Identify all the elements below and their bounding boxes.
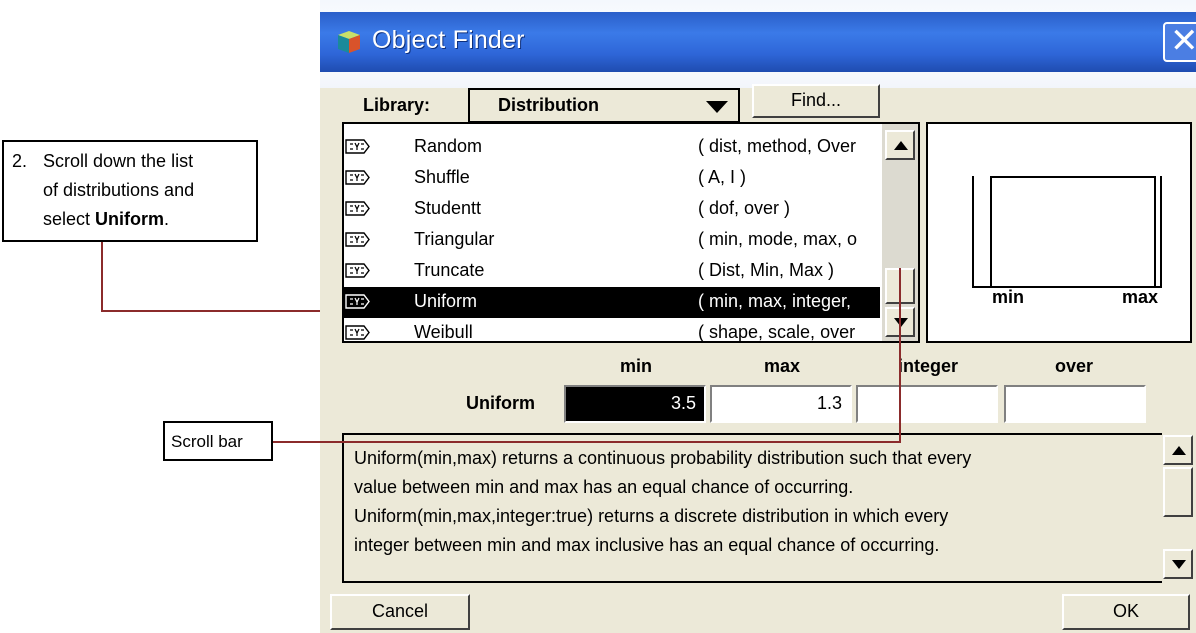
description-line-3: Uniform(min,max,integer:true) returns a … bbox=[354, 506, 949, 526]
cancel-button[interactable]: Cancel bbox=[330, 594, 470, 630]
ok-button[interactable]: OK bbox=[1062, 594, 1190, 630]
preview-axis-left bbox=[972, 176, 974, 288]
list-item-signature: ( min, mode, max, o bbox=[698, 229, 858, 249]
sys-function-icon bbox=[345, 232, 370, 247]
library-select-value: Distribution bbox=[498, 95, 599, 115]
param-max-input[interactable]: 1.3 bbox=[710, 385, 852, 423]
preview-max-label: max bbox=[1122, 287, 1159, 307]
function-list[interactable]: Random ( dist, method, Over Shuffle ( A, I … bbox=[342, 122, 920, 343]
arrow-up-icon bbox=[894, 141, 908, 150]
window-title: Object Finder bbox=[372, 26, 525, 54]
find-button[interactable]: Find... bbox=[752, 84, 880, 118]
description-scroll-up-button[interactable] bbox=[1163, 435, 1193, 465]
arrow-down-icon bbox=[894, 318, 908, 327]
preview-uniform-box bbox=[990, 176, 1156, 286]
step-line-3-suffix: . bbox=[164, 209, 170, 229]
app-cube-icon bbox=[338, 31, 360, 53]
arrow-up-icon bbox=[1172, 446, 1186, 455]
description-box[interactable]: Uniform(min,max) returns a continuous pr… bbox=[342, 433, 1164, 583]
description-line-2: value between min and max has an equal c… bbox=[354, 477, 854, 497]
sys-function-icon bbox=[345, 294, 370, 309]
step-line-3: select Uniform. bbox=[43, 209, 169, 230]
param-header-integer: integer bbox=[897, 356, 958, 376]
list-scroll-up-button[interactable] bbox=[885, 130, 915, 160]
step-callout: 2. Scroll down the list of distributions… bbox=[2, 140, 258, 242]
param-header-max: max bbox=[763, 356, 801, 376]
distribution-preview: min max bbox=[926, 122, 1192, 343]
scroll-bar-callout: Scroll bar bbox=[163, 421, 273, 461]
sys-function-icon bbox=[345, 170, 370, 185]
preview-axis-right bbox=[1160, 176, 1162, 288]
library-label: Library: bbox=[363, 95, 431, 115]
arrow-down-icon bbox=[1172, 560, 1186, 569]
step-line-3-prefix: select bbox=[43, 209, 96, 229]
list-item[interactable]: Random ( dist, method, Over bbox=[344, 132, 880, 163]
param-function-name: Uniform bbox=[466, 393, 535, 413]
scroll-bar-callout-label: Scroll bar bbox=[171, 432, 243, 451]
list-item-name: Uniform bbox=[414, 291, 478, 311]
description-scroll-down-button[interactable] bbox=[1163, 549, 1193, 579]
sys-function-icon bbox=[345, 201, 370, 216]
list-item-name: Weibull bbox=[414, 322, 473, 342]
description-line-4: integer between min and max inclusive ha… bbox=[354, 535, 940, 555]
param-over-input[interactable] bbox=[1004, 385, 1146, 423]
list-item-signature: ( dist, method, Over bbox=[698, 136, 857, 156]
list-item[interactable]: Studentt ( dof, over ) bbox=[344, 194, 880, 225]
scroll-bar-leader-horizontal bbox=[273, 441, 901, 443]
list-item[interactable]: Weibull ( shape, scale, over bbox=[344, 318, 880, 342]
step-line-1: Scroll down the list bbox=[43, 151, 194, 171]
sys-function-icon bbox=[345, 325, 370, 340]
param-min-input[interactable]: 3.5 bbox=[564, 385, 706, 423]
list-item-name: Shuffle bbox=[414, 167, 470, 187]
list-item-name: Triangular bbox=[414, 229, 495, 249]
sys-function-icon bbox=[345, 139, 370, 154]
param-header-min: min bbox=[619, 356, 652, 376]
step-number: 2. bbox=[12, 151, 28, 171]
description-scroll-thumb[interactable] bbox=[1163, 467, 1193, 517]
param-header-over: over bbox=[1054, 356, 1094, 376]
list-item-signature: ( A, I ) bbox=[698, 167, 747, 187]
step-line-2: of distributions and bbox=[43, 180, 195, 200]
scroll-bar-leader-vertical bbox=[899, 268, 901, 443]
list-item[interactable]: Truncate ( Dist, Min, Max ) bbox=[344, 256, 880, 287]
step-leader-vertical bbox=[101, 242, 103, 312]
object-finder-dialog: Object Finder ✕ Library: Distribution Fi… bbox=[320, 0, 1196, 633]
description-scrollbar[interactable] bbox=[1162, 433, 1196, 583]
list-item-signature: ( Dist, Min, Max ) bbox=[698, 260, 835, 280]
list-item-signature: ( dof, over ) bbox=[698, 198, 791, 218]
list-item-name: Truncate bbox=[414, 260, 485, 280]
step-line-3-bold: Uniform bbox=[95, 209, 165, 229]
sys-function-icon bbox=[345, 263, 370, 278]
close-button[interactable]: ✕ bbox=[1163, 22, 1196, 62]
step-leader-horizontal bbox=[101, 310, 351, 312]
list-item[interactable]: Uniform ( min, max, integer, bbox=[344, 287, 880, 318]
list-item[interactable]: Triangular ( min, mode, max, o bbox=[344, 225, 880, 256]
description-line-1: Uniform(min,max) returns a continuous pr… bbox=[354, 448, 972, 468]
list-item-signature: ( shape, scale, over bbox=[698, 322, 856, 342]
list-item[interactable]: Shuffle ( A, I ) bbox=[344, 163, 880, 194]
preview-min-label: min bbox=[992, 287, 1025, 307]
list-item-name: Studentt bbox=[414, 198, 482, 218]
description-text: Uniform(min,max) returns a continuous pr… bbox=[354, 444, 1154, 560]
list-item-signature: ( min, max, integer, bbox=[698, 291, 852, 311]
param-integer-input[interactable] bbox=[856, 385, 998, 423]
chevron-down-icon bbox=[706, 101, 728, 113]
title-bar[interactable]: Object Finder ✕ bbox=[320, 0, 1196, 88]
close-icon: ✕ bbox=[1170, 22, 1196, 60]
list-item-name: Random bbox=[414, 136, 483, 156]
library-select[interactable]: Distribution bbox=[468, 88, 740, 123]
